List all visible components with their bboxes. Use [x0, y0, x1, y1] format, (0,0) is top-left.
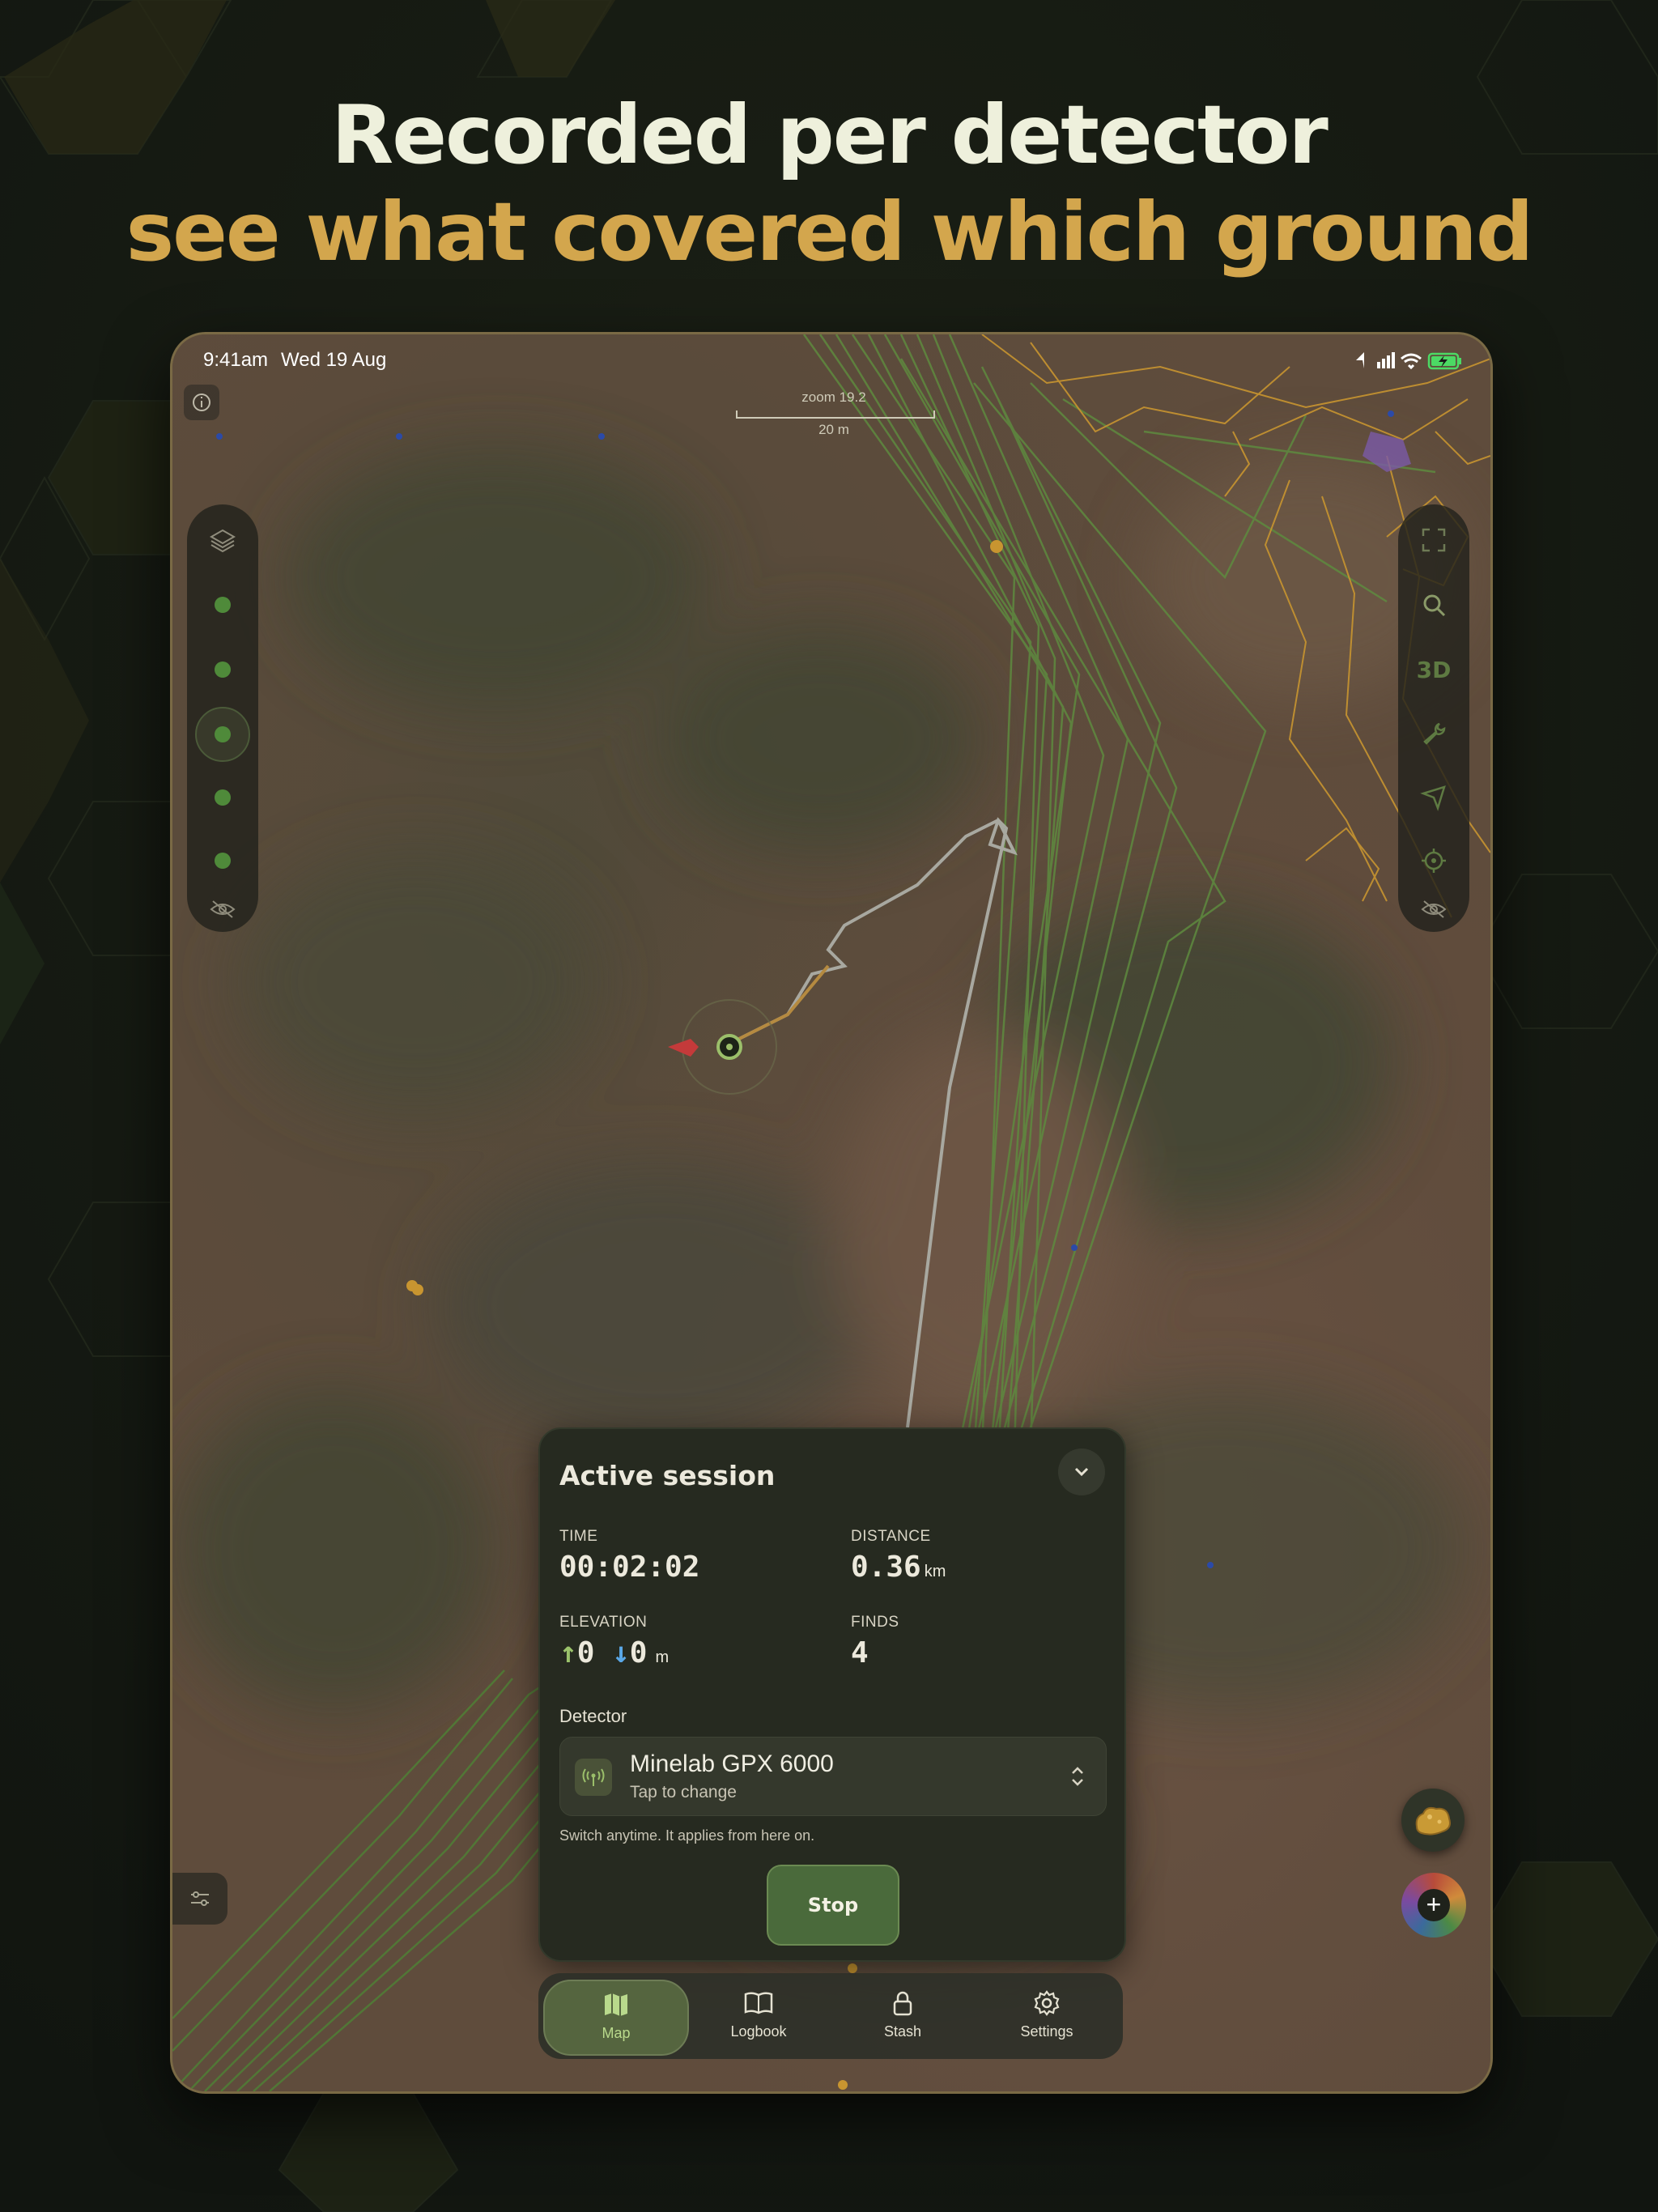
distance-unit: km — [924, 1563, 946, 1580]
finds-value: 4 — [851, 1636, 869, 1670]
location-arrow-icon — [1356, 352, 1364, 368]
fullscreen-icon — [1422, 528, 1446, 552]
scale-bar — [736, 410, 935, 419]
tools-button[interactable] — [1408, 707, 1460, 759]
navigate-arrow-icon — [1420, 785, 1446, 811]
arrow-down-icon: ↓ — [612, 1636, 630, 1670]
finds-label: FINDS — [851, 1614, 899, 1631]
layer-toggle-2[interactable] — [197, 644, 249, 696]
eye-icon — [1421, 900, 1447, 918]
gold-nugget-icon — [1415, 1806, 1451, 1836]
info-button[interactable] — [184, 385, 219, 420]
scale-distance: 20 m — [818, 422, 849, 437]
tab-settings-label: Settings — [1020, 2023, 1073, 2040]
chevron-down-icon — [1074, 1467, 1089, 1477]
stop-button[interactable]: Stop — [767, 1865, 899, 1946]
detector-label: Detector — [559, 1706, 627, 1726]
hide-tools-button[interactable] — [1408, 883, 1460, 935]
sheet-title: Active session — [559, 1460, 776, 1491]
navigate-button[interactable] — [1408, 772, 1460, 823]
layers-button[interactable] — [197, 514, 249, 566]
nugget-finds-button[interactable] — [1401, 1789, 1465, 1852]
tablet-screen: 9:41am Wed 19 Aug zoom 19.2 20 m 3D + Ac… — [170, 332, 1493, 2094]
book-icon — [744, 1992, 773, 2014]
elevation-up: 0 — [576, 1636, 595, 1670]
elevation-label: ELEVATION — [559, 1614, 648, 1631]
filter-button[interactable] — [172, 1873, 227, 1925]
info-icon — [193, 393, 210, 411]
detector-picker[interactable]: Minelab GPX 6000 Tap to change — [559, 1737, 1107, 1816]
plus-icon: + — [1418, 1889, 1450, 1921]
detector-icon — [575, 1759, 612, 1796]
headline-primary: Recorded per detector — [331, 87, 1329, 182]
elevation-value: ↑0 ↓0 m — [559, 1636, 669, 1670]
tab-map[interactable]: Map — [543, 1980, 689, 2056]
map-scale: zoom 19.2 20 m — [731, 389, 937, 438]
sliders-icon — [191, 1891, 209, 1906]
locate-button[interactable] — [1408, 835, 1460, 887]
layer-toggle-4[interactable] — [197, 772, 249, 823]
lock-icon — [893, 1991, 912, 2016]
3d-toggle-button[interactable]: 3D — [1408, 644, 1460, 696]
hide-layers-button[interactable] — [197, 883, 249, 935]
collapse-button[interactable] — [1058, 1448, 1105, 1495]
detector-hint: Tap to change — [630, 1783, 737, 1802]
tab-stash[interactable]: Stash — [831, 1980, 974, 2052]
gear-icon — [1034, 1990, 1060, 2016]
wifi-icon — [1401, 353, 1422, 370]
wrench-icon — [1423, 722, 1446, 745]
fullscreen-button[interactable] — [1408, 514, 1460, 566]
tab-stash-label: Stash — [883, 2023, 922, 2040]
headline-accent: see what covered which ground — [125, 185, 1534, 279]
arrow-up-icon: ↑ — [559, 1636, 577, 1670]
layer-toggle-5[interactable] — [197, 835, 249, 887]
layer-toggle-1[interactable] — [197, 579, 249, 631]
detector-name: Minelab GPX 6000 — [630, 1750, 834, 1777]
distance-value: 0.36 km — [851, 1551, 946, 1584]
time-value: 00:02:02 — [559, 1551, 700, 1584]
tab-logbook-label: Logbook — [730, 2023, 787, 2040]
tab-map-label: Map — [602, 2025, 631, 2041]
detector-note: Switch anytime. It applies from here on. — [559, 1827, 815, 1844]
locate-icon — [1422, 849, 1446, 873]
tab-settings[interactable]: Settings — [976, 1980, 1118, 2052]
zoom-label: zoom 19.2 — [801, 389, 866, 405]
search-icon — [1423, 594, 1446, 617]
status-date: Wed 19 Aug — [281, 349, 387, 371]
status-time: 9:41am — [203, 349, 269, 371]
elevation-down: 0 — [629, 1636, 648, 1670]
chevron-up-down-icon — [1072, 1767, 1083, 1786]
status-icons — [1356, 352, 1461, 370]
distance-label: DISTANCE — [851, 1528, 931, 1545]
map-icon — [605, 1993, 627, 2016]
layers-icon — [209, 529, 236, 553]
distance-number: 0.36 — [851, 1551, 921, 1584]
3d-label: 3D — [1416, 656, 1452, 683]
search-button[interactable] — [1408, 579, 1460, 631]
elevation-unit: m — [655, 1648, 670, 1666]
eye-icon — [210, 900, 236, 918]
layer-rail — [187, 504, 258, 932]
tab-bar: Map Logbook Stash Settings — [538, 1973, 1123, 2059]
active-session-sheet: Active session TIME 00:02:02 DISTANCE 0.… — [538, 1427, 1126, 1962]
layer-toggle-3[interactable] — [195, 707, 250, 762]
add-find-button[interactable]: + — [1401, 1873, 1466, 1938]
tab-logbook[interactable]: Logbook — [687, 1980, 830, 2052]
time-label: TIME — [559, 1528, 598, 1545]
signal-icon — [1377, 362, 1380, 368]
tool-rail: 3D — [1398, 504, 1469, 932]
antenna-icon — [582, 1768, 605, 1786]
